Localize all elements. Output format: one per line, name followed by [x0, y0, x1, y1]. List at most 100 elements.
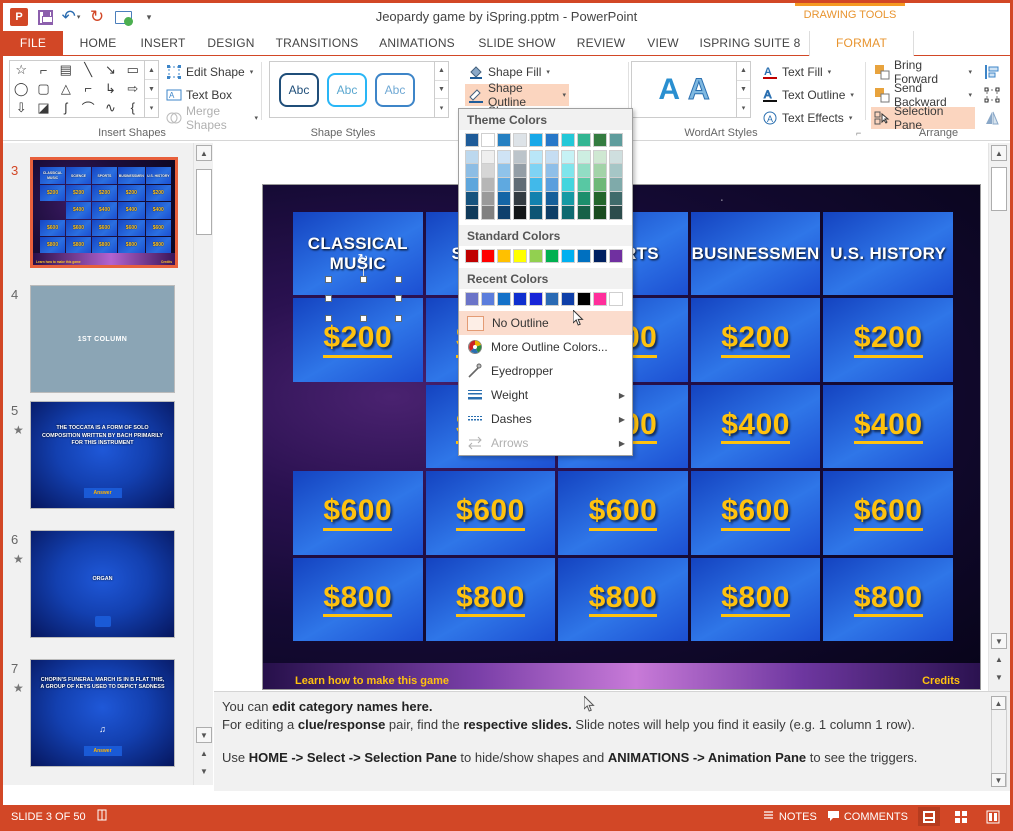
theme-color-4[interactable]	[513, 133, 527, 147]
rotate-button[interactable]	[981, 107, 1005, 129]
theme-tint-2-5[interactable]	[481, 206, 495, 220]
wordart-gallery-scroll[interactable]: ▲ ▼ ▾	[737, 61, 751, 118]
shape-style-thumb-3[interactable]: Abc	[375, 72, 415, 107]
send-backward-button[interactable]: Send Backward ▾	[871, 81, 975, 109]
shapes-gallery[interactable]: ☆ ⌐ ▤ ╲ ↘ ▭ ◯ ▢ △ ⌐ ↳ ⇨ ⇩ ◪ ʃ ⌒ ∿ {	[9, 60, 145, 118]
slide-7-preview[interactable]: CHOPIN'S FUNERAL MARCH IS IN B FLAT THIS…	[30, 659, 175, 767]
slide-scroll-down-button[interactable]: ▼	[991, 633, 1007, 649]
theme-tint-column-7[interactable]	[561, 150, 575, 220]
theme-tint-5-3[interactable]	[529, 178, 543, 192]
tile-c4-r3[interactable]: $600	[690, 471, 821, 555]
learn-link[interactable]: Learn how to make this game	[295, 675, 449, 687]
standard-color-6[interactable]	[545, 249, 559, 263]
standard-color-4[interactable]	[513, 249, 527, 263]
theme-tint-column-8[interactable]	[577, 150, 591, 220]
theme-tint-7-1[interactable]	[561, 150, 575, 164]
theme-tint-3-3[interactable]	[497, 178, 511, 192]
theme-tint-5-4[interactable]	[529, 192, 543, 206]
standard-color-2[interactable]	[481, 249, 495, 263]
tile-c4-r2[interactable]: $400	[690, 384, 821, 469]
theme-tint-10-4[interactable]	[609, 192, 623, 206]
theme-tint-1-4[interactable]	[465, 192, 479, 206]
theme-tint-9-1[interactable]	[593, 150, 607, 164]
recent-colors-swatches[interactable]	[459, 289, 632, 311]
theme-tint-8-2[interactable]	[577, 164, 591, 178]
edit-shape-button[interactable]: Edit Shape ▾	[163, 61, 256, 83]
tab-ispring-suite[interactable]: ISPRING SUITE 8	[691, 31, 809, 56]
theme-tint-column-1[interactable]	[465, 150, 479, 220]
theme-tint-3-2[interactable]	[497, 164, 511, 178]
theme-tint-10-5[interactable]	[609, 206, 623, 220]
standard-color-9[interactable]	[593, 249, 607, 263]
tab-insert[interactable]: INSERT	[131, 31, 195, 56]
shape-callout-icon[interactable]: ⌐	[32, 61, 54, 80]
wordart-scroll-down-icon[interactable]: ▼	[737, 81, 750, 100]
tile-c2-r3[interactable]: $600	[425, 471, 556, 555]
thumbnail-pane-scrollbar[interactable]: ▲ ▼ ▲ ▼	[193, 143, 213, 785]
standard-color-5[interactable]	[529, 249, 543, 263]
recent-color-10[interactable]	[609, 292, 623, 306]
theme-color-10[interactable]	[609, 133, 623, 147]
theme-tint-9-5[interactable]	[593, 206, 607, 220]
theme-tint-9-2[interactable]	[593, 164, 607, 178]
theme-tint-7-3[interactable]	[561, 178, 575, 192]
thumb-scroll-up-button[interactable]: ▲	[196, 145, 212, 161]
shape-down-arrow-icon[interactable]: ⇩	[10, 98, 32, 117]
recent-color-5[interactable]	[529, 292, 543, 306]
theme-tint-column-4[interactable]	[513, 150, 527, 220]
theme-tint-3-4[interactable]	[497, 192, 511, 206]
bring-forward-button[interactable]: Bring Forward ▾	[871, 58, 975, 86]
theme-tint-10-1[interactable]	[609, 150, 623, 164]
align-button[interactable]	[981, 61, 1005, 83]
thumb-scroll-down-button[interactable]: ▼	[196, 727, 212, 743]
notes-scrollbar[interactable]: ▲ ▼	[991, 696, 1007, 787]
category-header-4[interactable]: BUSINESSMEN	[690, 212, 821, 296]
tab-format[interactable]: FORMAT	[809, 31, 914, 56]
recent-color-1[interactable]	[465, 292, 479, 306]
theme-color-6[interactable]	[545, 133, 559, 147]
theme-tint-9-4[interactable]	[593, 192, 607, 206]
tab-view[interactable]: VIEW	[635, 31, 691, 56]
tile-c4-r4[interactable]: $800	[690, 557, 821, 641]
recent-color-2[interactable]	[481, 292, 495, 306]
next-slide-button[interactable]: ▼	[196, 763, 212, 779]
theme-color-7[interactable]	[561, 133, 575, 147]
theme-tint-6-4[interactable]	[545, 192, 559, 206]
theme-tint-4-1[interactable]	[513, 150, 527, 164]
text-outline-button[interactable]: A Text Outline ▾	[759, 84, 859, 106]
theme-color-2[interactable]	[481, 133, 495, 147]
theme-color-1[interactable]	[465, 133, 479, 147]
wordart-more-icon[interactable]: ▾	[737, 99, 750, 117]
shape-outline-button[interactable]: Shape Outline ▾	[465, 81, 569, 109]
theme-tint-column-10[interactable]	[609, 150, 623, 220]
slide-3-preview[interactable]: CLASSICAL MUSIC SCIENCE SPORTS BUSINESSM…	[30, 157, 178, 268]
shapes-more-icon[interactable]: ▾	[145, 99, 158, 117]
theme-color-5[interactable]	[529, 133, 543, 147]
standard-color-3[interactable]	[497, 249, 511, 263]
shape-oval-icon[interactable]: ◯	[10, 80, 32, 99]
theme-tint-3-1[interactable]	[497, 150, 511, 164]
styles-scroll-down-icon[interactable]: ▼	[435, 81, 448, 100]
standard-colors-swatches[interactable]	[459, 246, 632, 268]
theme-tint-2-4[interactable]	[481, 192, 495, 206]
shape-styles-scroll[interactable]: ▲ ▼ ▾	[435, 61, 449, 118]
theme-color-3[interactable]	[497, 133, 511, 147]
theme-color-8[interactable]	[577, 133, 591, 147]
shapes-scroll-up-icon[interactable]: ▲	[145, 61, 158, 80]
recent-color-6[interactable]	[545, 292, 559, 306]
thumb-scroll-thumb[interactable]	[196, 169, 212, 235]
handle-ne[interactable]	[395, 276, 402, 283]
theme-tint-10-3[interactable]	[609, 178, 623, 192]
slide-pane-scrollbar[interactable]: ▲ ▼ ▲ ▼	[988, 143, 1010, 691]
theme-tint-column-6[interactable]	[545, 150, 559, 220]
theme-tint-8-5[interactable]	[577, 206, 591, 220]
handle-e[interactable]	[395, 295, 402, 302]
normal-view-button[interactable]	[918, 807, 940, 826]
theme-tint-2-2[interactable]	[481, 164, 495, 178]
wordart-scroll-up-icon[interactable]: ▲	[737, 62, 750, 81]
theme-tint-6-3[interactable]	[545, 178, 559, 192]
theme-tint-6-5[interactable]	[545, 206, 559, 220]
text-fill-button[interactable]: A Text Fill ▾	[759, 61, 859, 83]
theme-tint-5-5[interactable]	[529, 206, 543, 220]
tile-c5-r2[interactable]: $400	[823, 384, 953, 469]
